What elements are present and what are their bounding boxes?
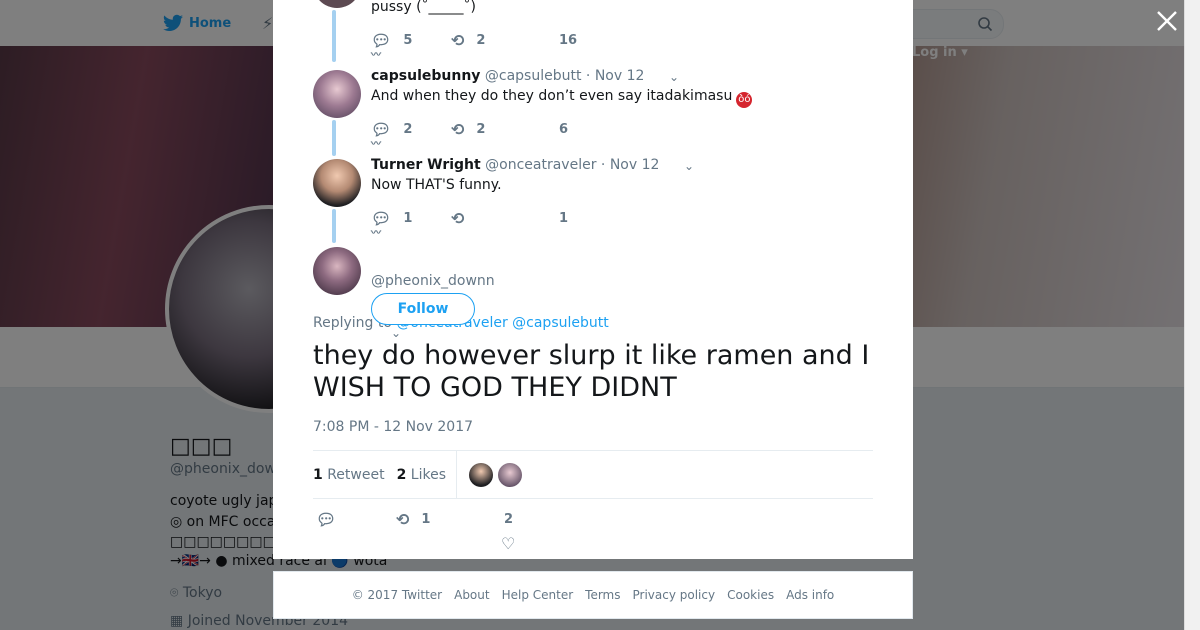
- like-button[interactable]: 1 〰: [371, 211, 569, 239]
- main-tweet-timestamp[interactable]: 7:08 PM - 12 Nov 2017: [313, 419, 473, 435]
- thread-line: [332, 120, 336, 156]
- tweet-text: Now THAT'S funny.: [371, 177, 502, 193]
- footer-link-ads[interactable]: Ads info: [786, 588, 834, 602]
- stats-divider: [456, 451, 457, 498]
- retweet-count: 2: [476, 33, 486, 48]
- reply-button[interactable]: 💬︎: [316, 510, 396, 529]
- retweet-button[interactable]: ⟲ 1: [396, 510, 504, 529]
- like-count: 1: [559, 211, 569, 226]
- page-scrollbar[interactable]: [1184, 0, 1200, 630]
- retweet-icon: ⟲: [451, 120, 465, 139]
- mention-link[interactable]: @capsulebutt: [512, 315, 609, 331]
- angry-face-icon: ò̀ó: [736, 92, 753, 108]
- footer-copyright: © 2017 Twitter: [351, 588, 443, 602]
- reply-button[interactable]: 💬︎ 2: [371, 120, 451, 139]
- reply-count: 1: [403, 211, 413, 226]
- chevron-down-icon[interactable]: ⌄: [391, 326, 401, 340]
- footer-link-about[interactable]: About: [454, 588, 489, 602]
- tweet-header: Turner Wright @onceatraveler · Nov 12: [371, 157, 659, 173]
- tweet-date[interactable]: Nov 12: [595, 68, 645, 84]
- retweet-button[interactable]: ⟲: [451, 209, 559, 228]
- footer-link-privacy[interactable]: Privacy policy: [633, 588, 716, 602]
- tweet-modal: pussy (˚_____˚) 💬︎ 5 ⟲ 2 16 〰 capsulebun…: [273, 0, 913, 559]
- close-button[interactable]: [1154, 10, 1180, 36]
- footer-link-help[interactable]: Help Center: [502, 588, 574, 602]
- tweet-avatar[interactable]: [313, 70, 361, 118]
- like-button[interactable]: 6 〰: [371, 122, 569, 150]
- tweet-author-handle[interactable]: @onceatraveler: [485, 157, 596, 173]
- footer-link-cookies[interactable]: Cookies: [727, 588, 774, 602]
- thread-line: [332, 10, 336, 62]
- reply-count: 5: [403, 33, 413, 48]
- footer-link-terms[interactable]: Terms: [585, 588, 620, 602]
- tweet-stats: 1 Retweet 2 Likes: [313, 450, 873, 499]
- close-icon: [1157, 11, 1177, 31]
- retweet-stat-label: Retweet: [327, 466, 385, 483]
- main-tweet-text: they do however slurp it like ramen and …: [313, 340, 870, 403]
- tweet-header: capsulebunny @capsulebutt · Nov 12: [371, 68, 644, 84]
- reply-count: 2: [403, 122, 413, 137]
- like-stat-label: Likes: [410, 466, 446, 483]
- heart-icon: 〰: [371, 139, 381, 150]
- footer: © 2017 Twitter About Help Center Terms P…: [273, 571, 913, 619]
- liker-avatar[interactable]: [498, 462, 522, 487]
- like-stat[interactable]: 2 Likes: [397, 467, 446, 483]
- retweet-icon: ⟲: [396, 510, 410, 529]
- tweet-avatar[interactable]: [313, 0, 361, 8]
- separator-dot: ·: [585, 68, 591, 84]
- like-count: 16: [559, 33, 578, 48]
- thread-line: [332, 209, 336, 243]
- main-tweet-handle[interactable]: @pheonix_downn: [371, 273, 495, 289]
- chevron-down-icon[interactable]: ⌄: [684, 159, 694, 173]
- heart-icon[interactable]: ♡: [501, 534, 515, 553]
- tweet-text: And when they do they don’t even say ita…: [371, 88, 753, 108]
- retweet-count: 2: [476, 122, 486, 137]
- liker-avatar[interactable]: [469, 462, 493, 487]
- tweet-text: pussy (˚_____˚): [371, 0, 477, 15]
- like-count: 6: [559, 122, 569, 137]
- retweet-button[interactable]: ⟲ 2: [451, 31, 559, 50]
- retweet-count: 1: [421, 512, 431, 527]
- retweet-stat-count: 1: [313, 466, 323, 483]
- retweet-button[interactable]: ⟲ 2: [451, 120, 559, 139]
- like-button[interactable]: 16 〰: [371, 33, 578, 61]
- tweet-text-content: And when they do they don’t even say ita…: [371, 88, 733, 104]
- follow-button[interactable]: Follow: [371, 293, 475, 325]
- heart-icon: 〰: [371, 228, 381, 239]
- tweet-author-handle[interactable]: @capsulebutt: [485, 68, 582, 84]
- chevron-down-icon[interactable]: ⌄: [669, 70, 679, 84]
- like-stat-count: 2: [396, 466, 407, 483]
- like-button[interactable]: 2: [504, 512, 513, 527]
- tweet-avatar[interactable]: [313, 159, 361, 207]
- retweet-icon: ⟲: [451, 209, 465, 228]
- reply-button[interactable]: 💬︎ 1: [371, 209, 451, 228]
- tweet-date[interactable]: Nov 12: [610, 157, 660, 173]
- tweet-actions: 💬︎ 1 ⟲ 1 〰: [371, 209, 569, 239]
- retweet-stat[interactable]: 1 Retweet: [313, 467, 385, 483]
- heart-icon: 〰: [371, 50, 381, 61]
- tweet-author-name[interactable]: Turner Wright: [371, 157, 481, 173]
- tweet-actions: 💬︎ 2 ⟲ 2 6 〰: [371, 120, 569, 150]
- reply-button[interactable]: 💬︎ 5: [371, 31, 451, 50]
- like-count: 2: [504, 512, 514, 527]
- retweet-icon: ⟲: [451, 31, 465, 50]
- separator-dot: ·: [600, 157, 606, 173]
- tweet-actions: 💬︎ 5 ⟲ 2 16 〰: [371, 31, 578, 61]
- main-tweet-actions: 💬︎ ⟲ 1 2: [316, 510, 513, 529]
- reply-icon: 💬︎: [316, 510, 337, 529]
- main-tweet-avatar[interactable]: [313, 247, 361, 295]
- tweet-author-name[interactable]: capsulebunny: [371, 68, 480, 84]
